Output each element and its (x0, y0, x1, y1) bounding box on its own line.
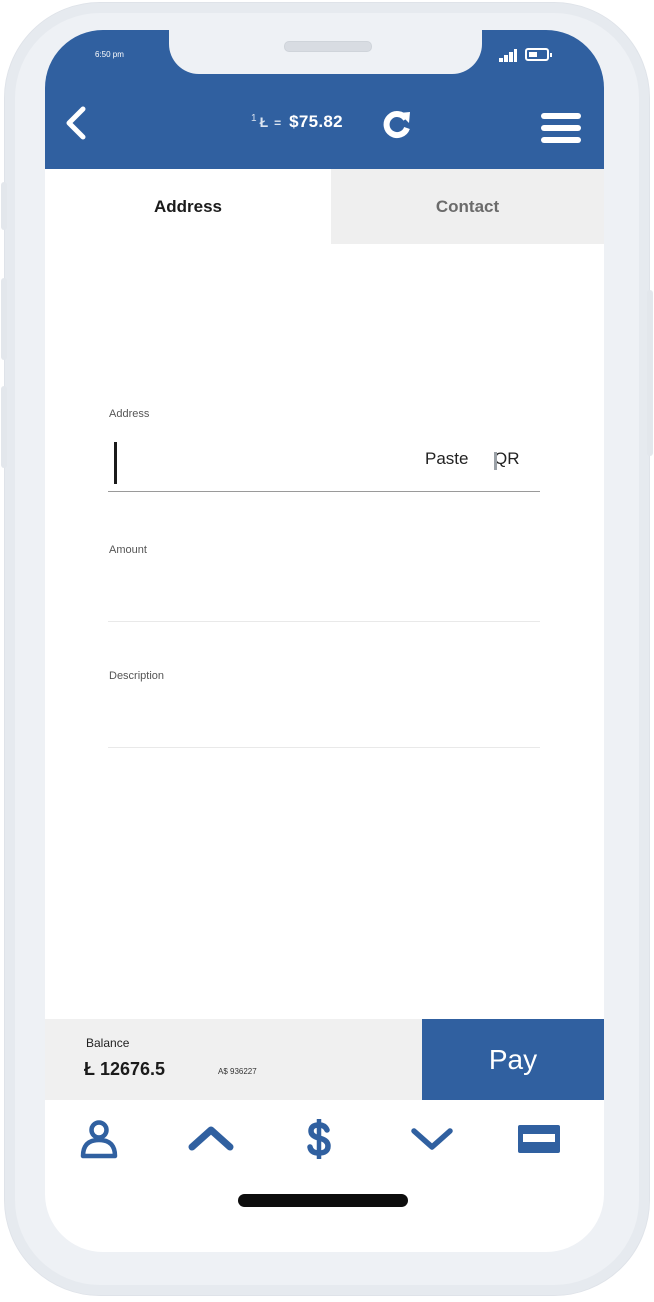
address-label: Address (109, 408, 150, 420)
chevron-left-icon (66, 106, 86, 140)
description-underline (108, 747, 540, 748)
nav-cards[interactable] (517, 1118, 561, 1160)
balance-fiat-value: A$ 936227 (218, 1067, 257, 1076)
nav-buy[interactable] (298, 1118, 340, 1160)
address-underline (108, 491, 540, 492)
phone-power-button (647, 290, 653, 456)
app-screen: 6:50 pm 1 Ł = $75.82 Address Contact Add… (45, 30, 604, 1252)
phone-volume-up (1, 278, 7, 360)
pay-button[interactable]: Pay (422, 1019, 604, 1100)
home-indicator (238, 1194, 408, 1207)
description-input[interactable] (109, 702, 543, 744)
nav-receive[interactable] (409, 1118, 455, 1160)
speaker (284, 41, 372, 52)
menu-button[interactable] (541, 113, 581, 145)
paste-button[interactable]: Paste (425, 449, 468, 469)
back-button[interactable] (63, 106, 91, 140)
hamburger-menu-icon (541, 113, 581, 119)
balance-label: Balance (86, 1036, 130, 1050)
chevron-up-icon (188, 1126, 234, 1151)
phone-mute-switch (1, 182, 7, 230)
menu-icon-bar (541, 125, 581, 131)
rate-unit: 1 (251, 113, 257, 124)
bottom-nav (45, 1100, 604, 1180)
rate-currency-symbol: Ł (259, 114, 269, 130)
signal-icon (499, 48, 517, 62)
dollar-icon (307, 1119, 331, 1159)
amount-input[interactable] (109, 576, 543, 618)
nav-send[interactable] (188, 1118, 234, 1160)
exchange-rate: 1 Ł = $75.82 (251, 112, 343, 132)
balance-panel: Balance Ł 12676.5 A$ 936227 (45, 1019, 422, 1100)
tab-address[interactable]: Address (45, 169, 331, 244)
amount-label: Amount (109, 544, 147, 556)
notch (169, 30, 482, 74)
address-input[interactable] (123, 443, 417, 485)
refresh-icon (383, 111, 410, 139)
user-icon (80, 1120, 118, 1159)
credit-card-icon (518, 1125, 560, 1153)
status-time: 6:50 pm (95, 50, 124, 59)
refresh-button[interactable] (382, 109, 412, 139)
rate-value: $75.82 (289, 112, 343, 131)
nav-account[interactable] (78, 1118, 120, 1160)
rate-equals: = (274, 116, 282, 130)
tab-bar: Address Contact (45, 169, 604, 244)
battery-icon (525, 48, 552, 61)
text-cursor (114, 442, 117, 484)
tab-contact[interactable]: Contact (331, 169, 604, 244)
app-header: 6:50 pm 1 Ł = $75.82 (45, 30, 604, 169)
amount-underline (108, 621, 540, 622)
balance-value: Ł 12676.5 (84, 1059, 166, 1079)
phone-volume-down (1, 386, 7, 468)
qr-button[interactable]: QR (494, 449, 520, 470)
menu-icon-bar (541, 137, 581, 143)
chevron-down-icon (411, 1128, 453, 1150)
battery-level (529, 52, 537, 57)
description-label: Description (109, 670, 165, 682)
